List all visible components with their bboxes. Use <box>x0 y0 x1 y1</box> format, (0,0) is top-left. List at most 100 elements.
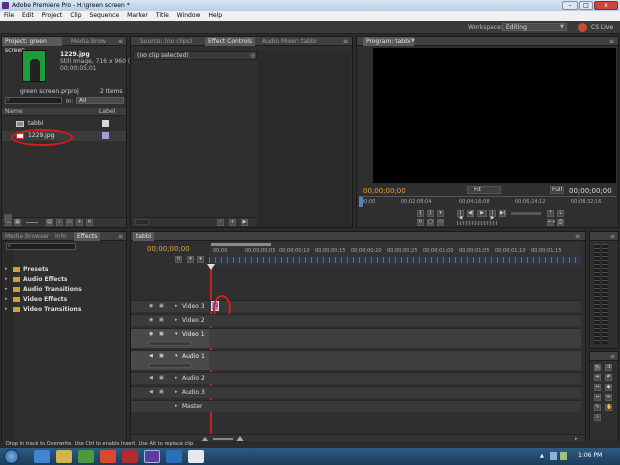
tray-arrow-icon[interactable]: ▲ <box>540 453 544 459</box>
effects-search-input[interactable] <box>6 243 76 250</box>
workspace-select[interactable]: Editing ▼ <box>502 23 567 31</box>
track-header-video-2[interactable]: ◉ ▣ ▸ Video 2 <box>131 314 209 326</box>
tab-program[interactable]: Program: tabbi <box>363 37 414 46</box>
ripple-edit-tool-icon[interactable]: ⇹ <box>594 374 601 381</box>
close-button[interactable]: x <box>594 1 618 10</box>
lock-icon[interactable]: ▣ <box>159 375 164 381</box>
cs-live-icon[interactable] <box>578 23 587 32</box>
menu-clip[interactable]: Clip <box>66 11 85 21</box>
panel-menu-icon[interactable]: ≡ <box>609 38 616 45</box>
lock-icon[interactable]: ▣ <box>159 353 164 359</box>
mark-out-icon[interactable]: } <box>427 210 434 217</box>
marker-icon[interactable]: ▾ <box>437 210 444 217</box>
find-icon[interactable]: ⌕ <box>56 219 63 226</box>
resolution-select[interactable]: Full <box>550 186 564 194</box>
track-video-3[interactable] <box>209 300 581 312</box>
track-select-tool-icon[interactable]: ⇉ <box>605 364 612 371</box>
marker-icon[interactable]: ▾ <box>187 256 194 263</box>
list-item[interactable]: ▸ Presets <box>5 265 123 274</box>
col-label[interactable]: Label <box>99 108 115 116</box>
slip-tool-icon[interactable]: ⇔ <box>594 394 601 401</box>
volume-icon[interactable] <box>560 452 567 460</box>
track-video-1[interactable] <box>209 328 581 348</box>
mark-in-icon[interactable]: { <box>417 210 424 217</box>
eye-icon[interactable]: ◉ <box>149 331 153 337</box>
snap-icon[interactable]: ⊓ <box>175 256 182 263</box>
panel-menu-icon[interactable]: ≡ <box>343 38 350 45</box>
clock[interactable]: 1:06 PM <box>578 452 602 459</box>
expand-arrow-icon[interactable]: ▸ <box>5 296 8 302</box>
new-bin-icon[interactable]: ▭ <box>66 219 73 226</box>
expand-arrow-icon[interactable]: ▸ <box>175 403 178 409</box>
chevron-down-icon[interactable]: ▼ <box>411 38 415 44</box>
expand-arrow-icon[interactable]: ▸ <box>5 266 8 272</box>
menu-edit[interactable]: Edit <box>18 11 38 21</box>
start-button[interactable] <box>4 449 19 464</box>
go-to-in-icon[interactable]: |◀ <box>457 210 464 221</box>
zoom-tool-icon[interactable]: ⌕ <box>594 414 601 421</box>
keyframe-controls[interactable] <box>149 363 191 368</box>
tab-sequence[interactable]: tabbi <box>133 232 155 241</box>
track-audio-3[interactable] <box>209 386 581 398</box>
expand-arrow-icon[interactable]: ▸ <box>175 303 178 309</box>
word-icon[interactable] <box>188 450 204 463</box>
in-filter-select[interactable]: All <box>76 97 124 104</box>
expand-arrow-icon[interactable]: ▸ <box>175 317 178 323</box>
lift-icon[interactable]: ⇡ <box>547 210 554 217</box>
speaker-icon[interactable]: ◀ <box>149 389 153 395</box>
zoom-slider[interactable] <box>213 438 233 440</box>
panel-menu-icon[interactable]: ≡ <box>575 233 582 240</box>
eye-icon[interactable]: ◉ <box>149 303 153 309</box>
tab-media-browser-2[interactable]: Media Browser <box>2 232 52 241</box>
playhead-marker[interactable] <box>359 197 363 207</box>
maximize-button[interactable]: □ <box>579 1 593 10</box>
tab-project[interactable]: Project: green screen <box>2 37 62 54</box>
list-item[interactable]: ▸ Audio Effects <box>5 275 123 284</box>
fit-select[interactable]: Fit <box>467 186 501 194</box>
photoshop-icon[interactable] <box>166 450 182 463</box>
keyframe-controls[interactable] <box>149 341 191 346</box>
menu-file[interactable]: File <box>0 11 18 21</box>
speaker-icon[interactable]: ◀ <box>149 375 153 381</box>
menu-title[interactable]: Title <box>152 11 173 21</box>
chrome-icon[interactable] <box>100 450 116 463</box>
track-audio-2[interactable] <box>209 372 581 384</box>
trim-icon[interactable]: ⟷ <box>547 219 555 226</box>
shuttle-slider[interactable] <box>511 212 541 215</box>
play-icon[interactable]: ▶ <box>477 210 487 217</box>
eye-icon[interactable]: ◉ <box>149 317 153 323</box>
selection-tool-icon[interactable] <box>4 214 12 222</box>
lock-icon[interactable]: ▣ <box>159 303 164 309</box>
premiere-icon[interactable] <box>144 450 160 463</box>
network-icon[interactable] <box>550 452 557 460</box>
timeline-ruler[interactable]: 00;00 00;00;00;05 00;00;00;10 00;00;00;1… <box>209 242 581 266</box>
list-item[interactable]: ▸ Video Transitions <box>5 305 123 314</box>
menu-sequence[interactable]: Sequence <box>86 11 124 21</box>
zoom-in-icon[interactable]: + <box>229 219 236 226</box>
lock-icon[interactable]: ▣ <box>159 389 164 395</box>
track-audio-1[interactable] <box>209 350 581 370</box>
lock-icon[interactable]: ▣ <box>159 331 164 337</box>
jog-wheel[interactable] <box>457 221 497 225</box>
new-item-icon[interactable]: + <box>76 219 83 226</box>
step-back-icon[interactable]: ◀| <box>467 210 474 217</box>
zoom-out-icon[interactable]: – <box>217 219 224 226</box>
tab-effects[interactable]: Effects <box>74 232 101 241</box>
list-item[interactable]: ▸ Audio Transitions <box>5 285 123 294</box>
expand-arrow-icon[interactable]: ▾ <box>175 331 178 337</box>
expand-arrow-icon[interactable]: ▸ <box>175 375 178 381</box>
list-item[interactable]: ▸ Video Effects <box>5 295 123 304</box>
menu-marker[interactable]: Marker <box>123 11 152 21</box>
track-header-video-3[interactable]: ◉ ▣ ▸ Video 3 <box>131 300 209 312</box>
minimize-button[interactable]: – <box>562 1 578 10</box>
ie-icon[interactable] <box>34 450 50 463</box>
tab-info[interactable]: Info <box>52 232 69 241</box>
razor-tool-icon[interactable]: ◆ <box>605 384 612 391</box>
track-video-2[interactable] <box>209 314 581 326</box>
col-name[interactable]: Name <box>5 108 23 116</box>
expand-arrow-icon[interactable]: ▸ <box>5 306 8 312</box>
hand-tool-icon[interactable]: ✋ <box>605 404 612 411</box>
track-header-audio-3[interactable]: ◀ ▣ ▸ Audio 3 <box>131 386 209 398</box>
tab-source[interactable]: Source: (no clips) <box>137 37 195 46</box>
media-icon[interactable] <box>78 450 94 463</box>
